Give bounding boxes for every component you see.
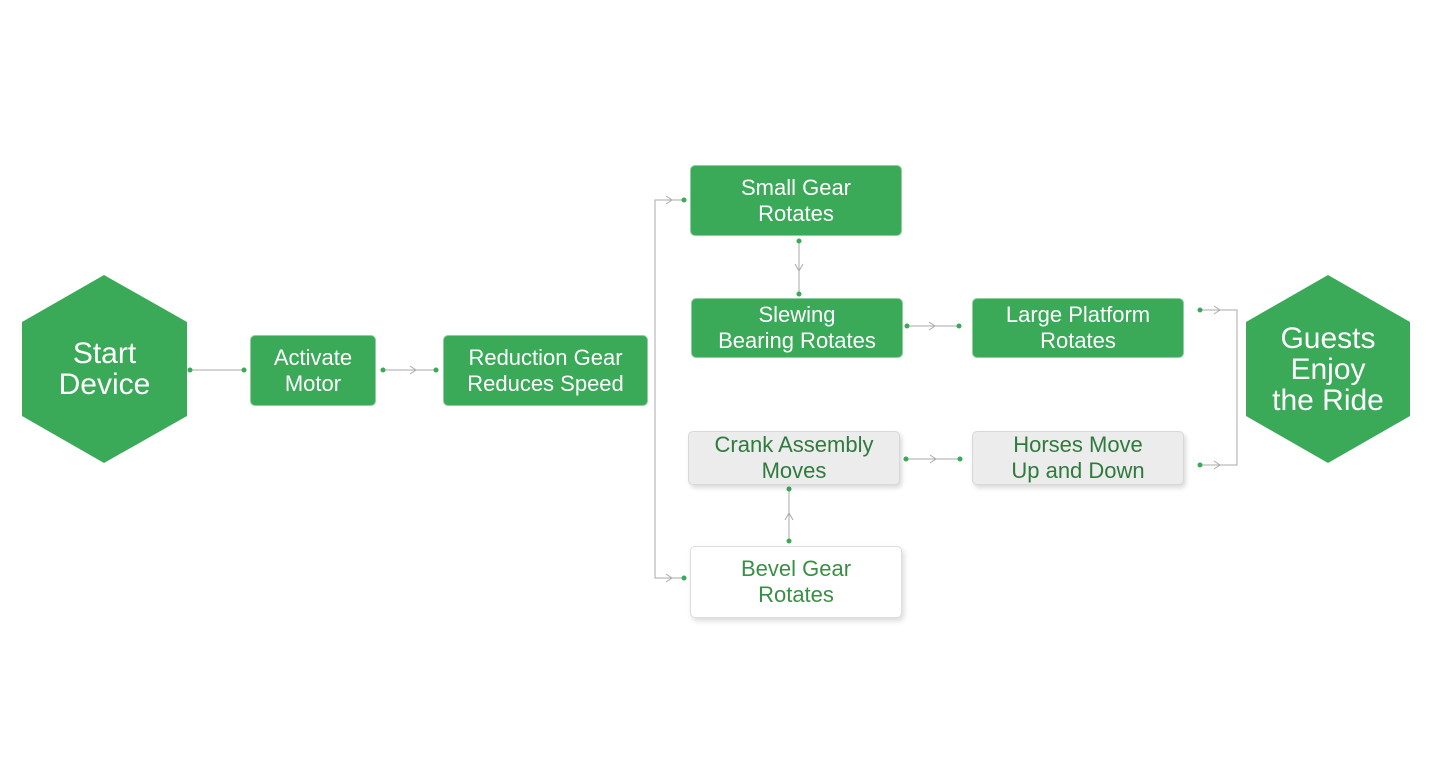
activate-label: Activate Motor [273, 344, 353, 396]
slewing-label: Slewing Bearing Rotates [718, 302, 876, 353]
edge-reduction-split [654, 199, 684, 579]
crank-assembly-node[interactable]: Crank Assembly Moves [688, 431, 900, 485]
horses-move-node[interactable]: Horses Move Up and Down [972, 431, 1184, 485]
bevel-gear-node[interactable]: Bevel Gear Rotates [690, 546, 902, 618]
slewing-bearing-node[interactable]: Slewing Bearing Rotates [691, 298, 903, 358]
large-platform-node[interactable]: Large Platform Rotates [972, 298, 1184, 358]
reduction-gear-node[interactable]: Reduction Gear Reduces Speed [443, 335, 648, 406]
small-gear-label: Small Gear Rotates [740, 174, 852, 226]
small-gear-node[interactable]: Small Gear Rotates [690, 165, 902, 236]
large-platform-label: Large Platform Rotates [1005, 302, 1151, 353]
horses-label: Horses Move Up and Down [1011, 432, 1145, 483]
edge-to-guests [1200, 309, 1238, 466]
crank-label: Crank Assembly Moves [714, 432, 874, 483]
bevel-label: Bevel Gear Rotates [740, 556, 852, 607]
start-label: Start Device [58, 337, 151, 401]
guests-enjoy-node[interactable]: Guests Enjoy the Ride [1246, 322, 1410, 416]
connectors [22, 195, 1410, 583]
start-device-node[interactable]: Start Device [22, 322, 187, 416]
reduction-label: Reduction Gear Reduces Speed [467, 344, 624, 396]
guests-label: Guests Enjoy the Ride [1272, 321, 1384, 417]
activate-motor-node[interactable]: Activate Motor [250, 335, 376, 406]
